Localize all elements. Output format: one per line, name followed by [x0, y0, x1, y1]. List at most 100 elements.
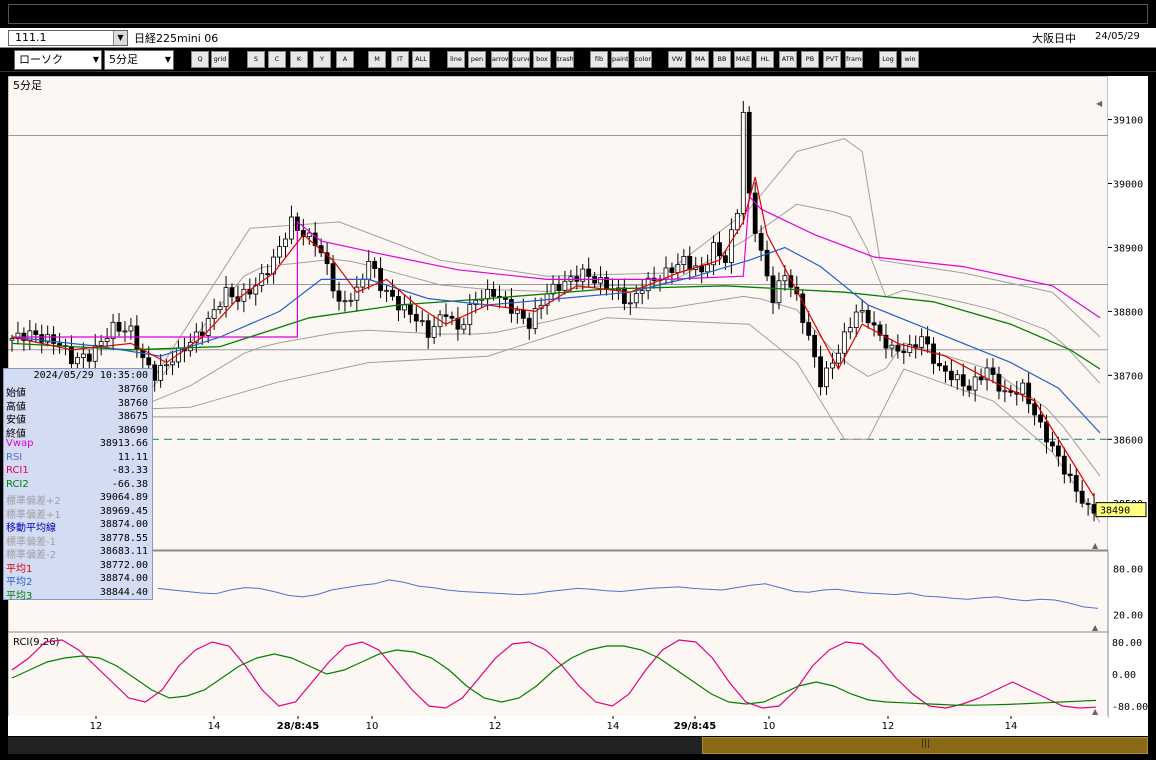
toolbar-button-12[interactable]: arrow: [491, 51, 509, 68]
toolbar-button-2[interactable]: S: [247, 51, 265, 68]
candle-body: [806, 322, 812, 336]
toolbar-button-19[interactable]: VW: [668, 51, 686, 68]
toolbar-button-29[interactable]: win: [901, 51, 919, 68]
toolbar-button-0[interactable]: Q: [191, 51, 209, 68]
candle-body: [514, 309, 520, 314]
info-row: 標準偏差+2 39064.89: [4, 492, 152, 507]
info-value: 38874.00: [99, 573, 148, 584]
candle-body: [776, 280, 782, 304]
toolbar-button-18[interactable]: color: [634, 51, 652, 68]
session-label: 大阪日中: [1032, 32, 1076, 45]
candle-body: [372, 261, 378, 269]
toolbar: ローソク ▼ 5分足 ▼ Qgrid S C K Y A M IT ALL line pen arrow c…: [0, 48, 1156, 72]
candle-body: [966, 385, 972, 391]
interval-select[interactable]: 5分足 ▼: [104, 50, 174, 70]
candle-body: [699, 265, 705, 273]
info-value: -83.33: [111, 465, 148, 476]
toolbar-button-10[interactable]: line: [447, 51, 465, 68]
candle-body: [122, 330, 128, 333]
toolbar-button-7[interactable]: M: [368, 51, 386, 68]
x-axis-label: 12: [489, 721, 502, 732]
toolbar-button-25[interactable]: PB: [801, 51, 819, 68]
candle-body: [396, 295, 401, 311]
info-row: Vwap 38913.66: [4, 438, 152, 451]
toolbar-button-11[interactable]: pen: [468, 51, 486, 68]
candle-body: [621, 287, 627, 304]
toolbar-button-4[interactable]: K: [290, 51, 308, 68]
candle-body: [104, 338, 110, 342]
candle-body: [1073, 475, 1079, 492]
toolbar-button-3[interactable]: C: [268, 51, 286, 68]
candle-body: [901, 350, 907, 353]
chart-area[interactable]: 391003900038900388003870038600385005分足38…: [7, 75, 1148, 736]
candle-body: [378, 268, 384, 292]
symbol-code-field[interactable]: 111.1 ▼: [8, 30, 128, 46]
scroll-thumb[interactable]: |||: [702, 737, 1148, 754]
candle-body: [752, 192, 758, 234]
candle-body: [39, 334, 45, 343]
candle-body: [1038, 414, 1043, 423]
candle-body: [1044, 421, 1049, 443]
toolbar-button-1[interactable]: grid: [211, 51, 229, 68]
toolbar-button-20[interactable]: MA: [691, 51, 709, 68]
chart-type-value: ローソク: [19, 53, 63, 66]
toolbar-button-6[interactable]: A: [336, 51, 354, 68]
candle-body: [520, 309, 526, 319]
toolbar-button-8[interactable]: IT: [391, 51, 409, 68]
chevron-down-icon[interactable]: ▼: [113, 31, 127, 45]
info-value: 38913.66: [99, 438, 148, 449]
x-axis-label: 12: [882, 721, 895, 732]
toolbar-button-22[interactable]: MAE: [734, 51, 752, 68]
info-value: 38969.45: [99, 505, 148, 517]
candle-body: [639, 290, 645, 294]
candle-body: [449, 316, 455, 319]
info-row: RCI1 -83.33: [4, 465, 152, 478]
window-top-bar: [0, 0, 1156, 28]
candle-body: [889, 344, 895, 349]
candle-body: [431, 326, 437, 338]
candle-body: [818, 356, 823, 388]
toolbar-button-28[interactable]: Log: [879, 51, 897, 68]
toolbar-button-21[interactable]: BB: [713, 51, 731, 68]
candle-body: [509, 299, 514, 314]
info-value: 38772.00: [99, 559, 148, 571]
candle-body: [1061, 455, 1067, 475]
toolbar-button-26[interactable]: PVT: [823, 51, 841, 68]
scroll-track[interactable]: [8, 737, 702, 754]
candle-body: [98, 341, 104, 346]
candle-body: [306, 232, 312, 238]
rci-level-label: -80.00: [1112, 702, 1148, 713]
x-axis-label: 10: [366, 721, 379, 732]
candle-body: [1079, 490, 1085, 504]
candle-body: [728, 229, 734, 263]
candle-body: [354, 286, 360, 301]
candle-body: [895, 344, 901, 352]
info-row: 終値 38690: [4, 424, 152, 440]
toolbar-button-17[interactable]: paint: [611, 51, 629, 68]
chart-svg[interactable]: 391003900038900388003870038600385005分足38…: [7, 75, 1148, 736]
toolbar-button-23[interactable]: HL: [756, 51, 774, 68]
toolbar-button-5[interactable]: Y: [313, 51, 331, 68]
toolbar-button-13[interactable]: curve: [512, 51, 530, 68]
candle-body: [1091, 504, 1097, 514]
info-row: 高値 38760: [4, 398, 152, 413]
candle-body: [330, 263, 336, 292]
chart-type-select[interactable]: ローソク ▼: [14, 50, 102, 70]
toolbar-button-14[interactable]: box: [533, 51, 551, 68]
candle-body: [770, 275, 776, 304]
toolbar-button-27[interactable]: frame: [845, 51, 863, 68]
info-row: 平均3 38844.40: [4, 587, 152, 602]
candle-body: [74, 357, 80, 365]
toolbar-button-15[interactable]: trash: [556, 51, 574, 68]
main-panel-bg: [7, 75, 1109, 551]
toolbar-button-16[interactable]: fib: [590, 51, 608, 68]
horizontal-scrollbar[interactable]: |||: [8, 737, 1148, 754]
candle-body: [116, 321, 122, 332]
candle-body: [9, 338, 15, 341]
candle-body: [633, 293, 639, 304]
toolbar-button-24[interactable]: ATR: [779, 51, 797, 68]
last-price-badge: 38490: [1100, 506, 1130, 517]
toolbar-button-9[interactable]: ALL: [412, 51, 430, 68]
chevron-down-icon: ▼: [164, 55, 171, 64]
info-value: 38690: [117, 424, 148, 436]
